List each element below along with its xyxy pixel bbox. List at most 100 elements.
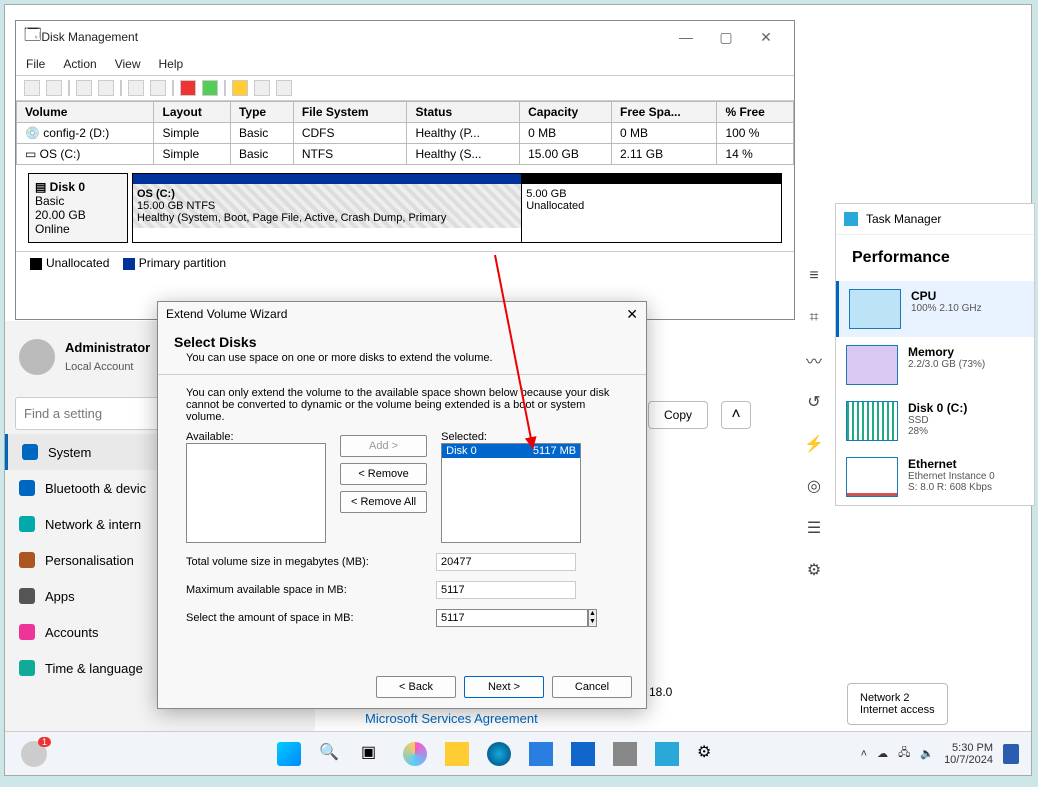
- graph-icon: [849, 289, 901, 329]
- tm-icon: [844, 212, 858, 226]
- side-rail: ≡ ⌗ 〰 ↺ ⚡ ◎ ☰ ⚙: [799, 255, 829, 591]
- add-button[interactable]: Add >: [340, 435, 427, 457]
- spin-up[interactable]: ▲: [589, 610, 596, 618]
- wizard-heading: Select Disks: [174, 334, 630, 350]
- folder-icon[interactable]: [232, 80, 248, 96]
- check-icon[interactable]: [202, 80, 218, 96]
- view2-icon[interactable]: [98, 80, 114, 96]
- graph-icon: [846, 345, 898, 385]
- users-icon[interactable]: ◎: [799, 465, 829, 507]
- menu-help[interactable]: Help: [159, 57, 184, 71]
- col-header[interactable]: Type: [230, 102, 293, 123]
- selected-listbox[interactable]: Disk 0 5117 MB: [441, 443, 581, 543]
- next-button[interactable]: Next >: [464, 676, 544, 698]
- back-icon[interactable]: [24, 80, 40, 96]
- clock-time[interactable]: 5:30 PM: [952, 742, 993, 754]
- tray-chevron-icon[interactable]: ˄: [861, 748, 867, 760]
- help-icon[interactable]: [128, 80, 144, 96]
- tm-item-cpu[interactable]: CPU100% 2.10 GHz: [836, 281, 1034, 337]
- taskmgr-icon[interactable]: [655, 742, 679, 766]
- refresh-icon[interactable]: [150, 80, 166, 96]
- search-icon[interactable]: 🔍: [319, 742, 343, 766]
- partition-unallocated[interactable]: 5.00 GB Unallocated: [522, 184, 781, 216]
- copy-button[interactable]: Copy: [648, 401, 708, 429]
- notification-icon[interactable]: [1003, 744, 1019, 764]
- col-header[interactable]: % Free: [717, 102, 794, 123]
- view-icon[interactable]: [76, 80, 92, 96]
- nav-icon: [19, 552, 35, 568]
- col-header[interactable]: Status: [407, 102, 520, 123]
- app-icon[interactable]: [613, 742, 637, 766]
- drive-icon: 🗔: [24, 24, 41, 51]
- disk-management-window: 🗔 Disk Management — ▢ ✕ FileActionViewHe…: [15, 20, 795, 320]
- cloud-icon[interactable]: ☁: [877, 747, 888, 760]
- col-header[interactable]: Volume: [17, 102, 154, 123]
- settings-tb-icon[interactable]: ⚙: [697, 742, 721, 766]
- nav-icon: [22, 444, 38, 460]
- toolbar: [16, 76, 794, 101]
- network-icon[interactable]: 🖧: [898, 744, 910, 763]
- disk-info[interactable]: ▤ Disk 0 Basic 20.00 GB Online: [28, 173, 128, 243]
- extend-volume-wizard: Extend Volume Wizard ✕ Select Disks You …: [157, 301, 647, 709]
- nav-icon: [19, 516, 35, 532]
- taskbar: 1 🔍 ▣ ⚙ ˄ ☁ 🖧 🔈 5:30 PM 10/7/2024: [5, 731, 1031, 775]
- network-flyout[interactable]: Network 2 Internet access: [847, 683, 948, 725]
- available-listbox[interactable]: [186, 443, 326, 543]
- total-size-value: 20477: [436, 553, 576, 571]
- copilot-icon[interactable]: [403, 742, 427, 766]
- startup-icon[interactable]: ⚡: [799, 423, 829, 465]
- tm-item-disk[interactable]: Disk 0 (C:)SSD28%: [836, 393, 1034, 449]
- taskview-icon[interactable]: ▣: [361, 742, 385, 766]
- col-header[interactable]: File System: [293, 102, 407, 123]
- spin-down[interactable]: ▼: [589, 618, 596, 626]
- table-row[interactable]: ▭ OS (C:)SimpleBasicNTFS Healthy (S...15…: [17, 144, 794, 165]
- outlook-icon[interactable]: [571, 742, 595, 766]
- menu-file[interactable]: File: [26, 57, 45, 71]
- tm-item-memory[interactable]: Memory2.2/3.0 GB (73%): [836, 337, 1034, 393]
- processes-icon[interactable]: ⌗: [799, 297, 829, 339]
- menu-action[interactable]: Action: [63, 57, 96, 71]
- settings-icon[interactable]: ⚙: [799, 549, 829, 591]
- menu-view[interactable]: View: [115, 57, 141, 71]
- list-icon[interactable]: [276, 80, 292, 96]
- history-icon[interactable]: ↺: [799, 381, 829, 423]
- nav-icon: [19, 660, 35, 676]
- col-header[interactable]: Free Spa...: [612, 102, 717, 123]
- avatar[interactable]: [19, 339, 55, 375]
- task-manager-window: Task Manager Performance CPU100% 2.10 GH…: [835, 203, 1035, 506]
- tm-section-title: Performance: [836, 235, 1034, 281]
- value-label: 18.0: [649, 685, 672, 699]
- remove-all-button[interactable]: < Remove All: [340, 491, 427, 513]
- maximize-button[interactable]: ▢: [706, 29, 746, 46]
- minimize-button[interactable]: —: [666, 29, 706, 45]
- close-button[interactable]: ✕: [746, 29, 786, 46]
- ms-agreement-link[interactable]: Microsoft Services Agreement: [365, 711, 538, 726]
- taskbar-user-icon[interactable]: 1: [21, 741, 47, 767]
- props-icon[interactable]: [254, 80, 270, 96]
- collapse-chevron[interactable]: ˄: [721, 401, 751, 429]
- delete-icon[interactable]: [180, 80, 196, 96]
- forward-icon[interactable]: [46, 80, 62, 96]
- explorer-icon[interactable]: [445, 742, 469, 766]
- hamburger-icon[interactable]: ≡: [799, 255, 829, 297]
- partition-os[interactable]: OS (C:) 15.00 GB NTFS Healthy (System, B…: [133, 184, 521, 228]
- col-header[interactable]: Layout: [154, 102, 230, 123]
- cancel-button[interactable]: Cancel: [552, 676, 632, 698]
- tm-item-ethernet[interactable]: EthernetEthernet Instance 0S: 8.0 R: 608…: [836, 449, 1034, 505]
- start-icon[interactable]: [277, 742, 301, 766]
- back-button[interactable]: < Back: [376, 676, 456, 698]
- amount-spinner[interactable]: [436, 609, 588, 627]
- wizard-close-button[interactable]: ✕: [626, 306, 638, 323]
- table-row[interactable]: 💿 config-2 (D:)SimpleBasicCDFS Healthy (…: [17, 123, 794, 144]
- performance-icon[interactable]: 〰: [799, 339, 829, 381]
- nav-icon: [19, 588, 35, 604]
- details-icon[interactable]: ☰: [799, 507, 829, 549]
- max-available-value: 5117: [436, 581, 576, 599]
- store-icon[interactable]: [529, 742, 553, 766]
- clock-date[interactable]: 10/7/2024: [944, 754, 993, 766]
- edge-icon[interactable]: [487, 742, 511, 766]
- username-label: Administrator: [65, 340, 150, 355]
- remove-button[interactable]: < Remove: [340, 463, 427, 485]
- col-header[interactable]: Capacity: [520, 102, 612, 123]
- sound-icon[interactable]: 🔈: [920, 747, 934, 760]
